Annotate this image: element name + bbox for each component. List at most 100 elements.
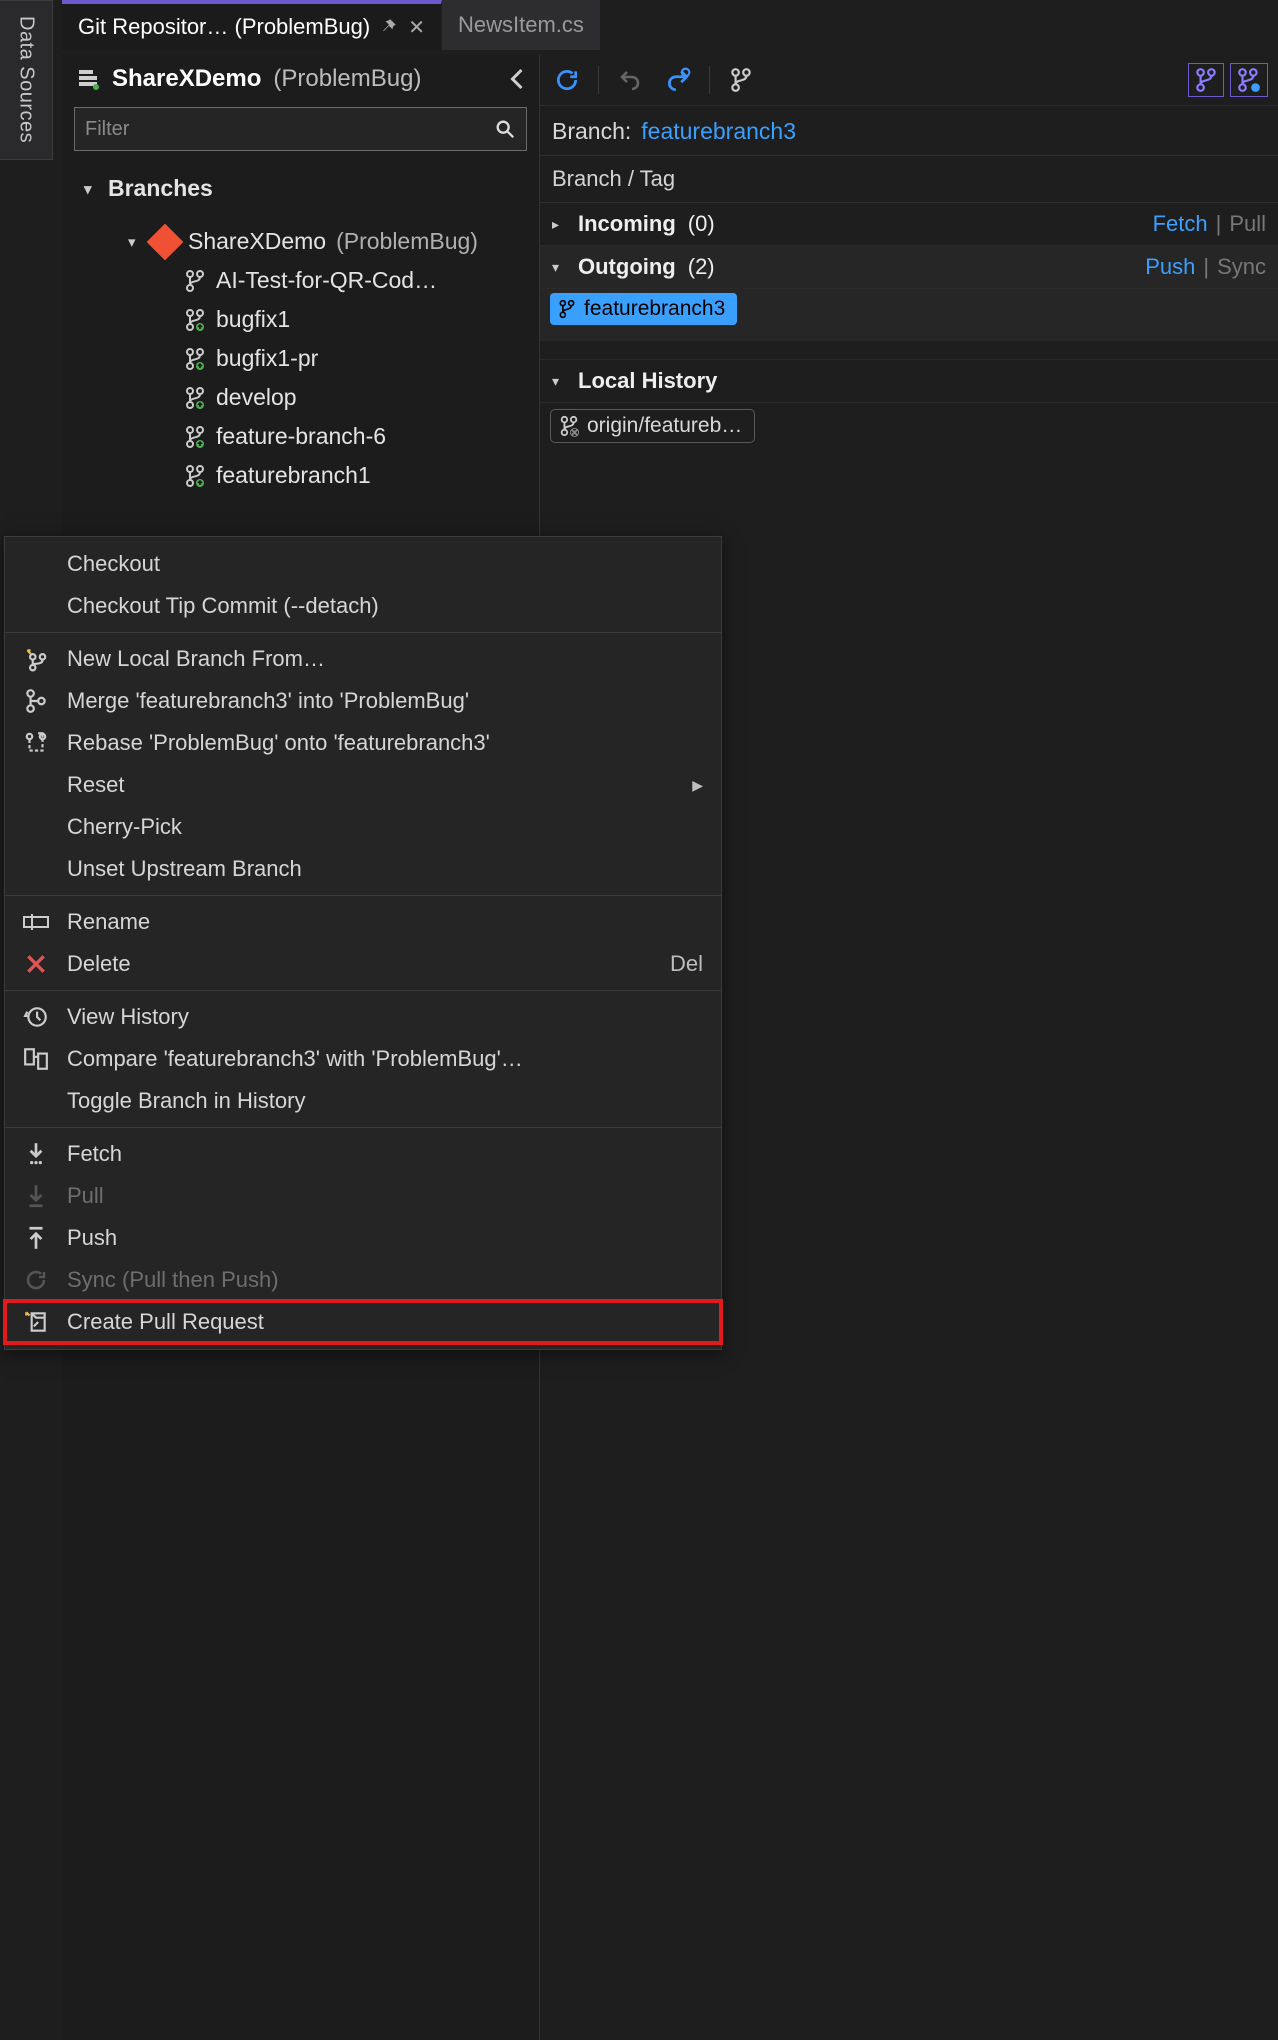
cm-rebase[interactable]: Rebase 'ProblemBug' onto 'featurebranch3… [5, 722, 721, 764]
submenu-arrow-icon: ▶ [692, 777, 703, 794]
fetch-icon [21, 1141, 51, 1167]
filter-box[interactable] [74, 107, 527, 151]
push-link[interactable]: Push [1145, 254, 1195, 280]
branch-up-icon [184, 308, 206, 332]
expand-icon: ▸ [552, 216, 566, 233]
tab-newsitem[interactable]: NewsItem.cs [442, 0, 601, 50]
branch-label: develop [216, 384, 297, 411]
menu-separator [5, 1127, 721, 1128]
repo-name: ShareXDemo [112, 65, 261, 93]
branch-context-menu: Checkout Checkout Tip Commit (--detach) … [4, 536, 722, 1350]
detail-toolbar [540, 55, 1278, 106]
pin-icon[interactable] [380, 18, 398, 36]
history-branch-chip[interactable]: origin/featureb… [550, 409, 755, 443]
branch-item[interactable]: AI-Test-for-QR-Cod… [62, 261, 539, 300]
collapse-icon: ▾ [552, 373, 566, 390]
cm-create-pr[interactable]: Create Pull Request [5, 1301, 721, 1343]
push-icon [21, 1225, 51, 1251]
merge-icon [21, 688, 51, 714]
cm-reset[interactable]: Reset ▶ [5, 764, 721, 806]
data-sources-label: Data Sources [15, 16, 38, 143]
back-icon[interactable] [509, 67, 525, 91]
branch-label: featurebranch1 [216, 462, 371, 489]
cm-checkout[interactable]: Checkout [5, 543, 721, 585]
rename-icon [21, 912, 51, 932]
cm-compare[interactable]: Compare 'featurebranch3' with 'ProblemBu… [5, 1038, 721, 1080]
branch-item[interactable]: feature-branch-6 [62, 417, 539, 456]
redo-button[interactable] [661, 63, 695, 97]
git-icon [147, 223, 184, 260]
tab-strip: Git Repositor… (ProblemBug) ✕ NewsItem.c… [62, 0, 1278, 50]
incoming-count: (0) [688, 211, 715, 237]
repo-current-branch: (ProblemBug) [273, 65, 421, 93]
branches-node[interactable]: ▾ Branches [62, 169, 539, 208]
branch-label: bugfix1 [216, 306, 290, 333]
cm-toggle-history[interactable]: Toggle Branch in History [5, 1080, 721, 1122]
branch-button[interactable] [724, 63, 758, 97]
branch-tree: ▾ Branches ▾ ShareXDemo (ProblemBug) AI-… [62, 167, 539, 497]
cm-cherrypick[interactable]: Cherry-Pick [5, 806, 721, 848]
branch-view-toggle-remote[interactable] [1230, 63, 1268, 97]
tab-label: NewsItem.cs [458, 12, 584, 38]
branch-label: bugfix1-pr [216, 345, 318, 372]
separator [598, 66, 599, 94]
cm-view-history[interactable]: View History [5, 996, 721, 1038]
cm-delete[interactable]: Delete Del [5, 943, 721, 985]
history-chip-label: origin/featureb… [587, 414, 742, 438]
new-branch-icon [21, 646, 51, 672]
outgoing-branch-chip[interactable]: featurebranch3 [550, 293, 737, 325]
outgoing-label: Outgoing [578, 254, 676, 280]
cm-push[interactable]: Push [5, 1217, 721, 1259]
branches-label: Branches [108, 175, 213, 202]
branch-indicator: Branch: featurebranch3 [540, 106, 1278, 156]
sync-link[interactable]: Sync [1217, 254, 1266, 280]
pull-link[interactable]: Pull [1229, 211, 1266, 237]
filter-input[interactable] [85, 118, 494, 141]
cm-pull[interactable]: Pull [5, 1175, 721, 1217]
undo-button[interactable] [613, 63, 647, 97]
branch-up-icon [184, 464, 206, 488]
outgoing-count: (2) [688, 254, 715, 280]
branch-item[interactable]: develop [62, 378, 539, 417]
branch-up-icon [184, 347, 206, 371]
branch-item[interactable]: featurebranch1 [62, 456, 539, 495]
history-icon [21, 1004, 51, 1030]
outgoing-row[interactable]: ▾ Outgoing (2) Push | Sync [540, 246, 1278, 289]
menu-separator [5, 895, 721, 896]
repo-icon [76, 67, 100, 91]
chip-label: featurebranch3 [584, 297, 725, 321]
incoming-label: Incoming [578, 211, 676, 237]
sync-icon [21, 1268, 51, 1292]
pull-icon [21, 1183, 51, 1209]
refresh-button[interactable] [550, 63, 584, 97]
cm-merge[interactable]: Merge 'featurebranch3' into 'ProblemBug' [5, 680, 721, 722]
tab-label: Git Repositor… (ProblemBug) [78, 14, 370, 40]
menu-separator [5, 632, 721, 633]
branch-tag-header[interactable]: Branch / Tag [540, 156, 1278, 203]
branch-view-toggle[interactable] [1188, 63, 1224, 97]
compare-icon [21, 1046, 51, 1072]
incoming-row[interactable]: ▸ Incoming (0) Fetch | Pull [540, 203, 1278, 246]
local-history-label: Local History [578, 368, 717, 394]
branch-label: feature-branch-6 [216, 423, 386, 450]
cm-fetch[interactable]: Fetch [5, 1133, 721, 1175]
tab-git-repo[interactable]: Git Repositor… (ProblemBug) ✕ [62, 0, 442, 50]
data-sources-tab[interactable]: Data Sources [0, 0, 53, 160]
close-icon[interactable]: ✕ [408, 15, 425, 40]
delete-icon [21, 953, 51, 975]
search-icon[interactable] [494, 118, 516, 140]
shortcut: Del [670, 951, 703, 977]
branch-item[interactable]: bugfix1 [62, 300, 539, 339]
rebase-icon [21, 730, 51, 756]
cm-unset-upstream[interactable]: Unset Upstream Branch [5, 848, 721, 890]
branch-item[interactable]: bugfix1-pr [62, 339, 539, 378]
cm-rename[interactable]: Rename [5, 901, 721, 943]
local-history-header[interactable]: ▾ Local History [540, 359, 1278, 403]
cm-checkout-detach[interactable]: Checkout Tip Commit (--detach) [5, 585, 721, 627]
branch-name-link[interactable]: featurebranch3 [641, 118, 796, 145]
cm-new-branch[interactable]: New Local Branch From… [5, 638, 721, 680]
expand-icon: ▾ [128, 233, 142, 251]
repo-node[interactable]: ▾ ShareXDemo (ProblemBug) [62, 222, 539, 261]
cm-sync[interactable]: Sync (Pull then Push) [5, 1259, 721, 1301]
fetch-link[interactable]: Fetch [1153, 211, 1208, 237]
